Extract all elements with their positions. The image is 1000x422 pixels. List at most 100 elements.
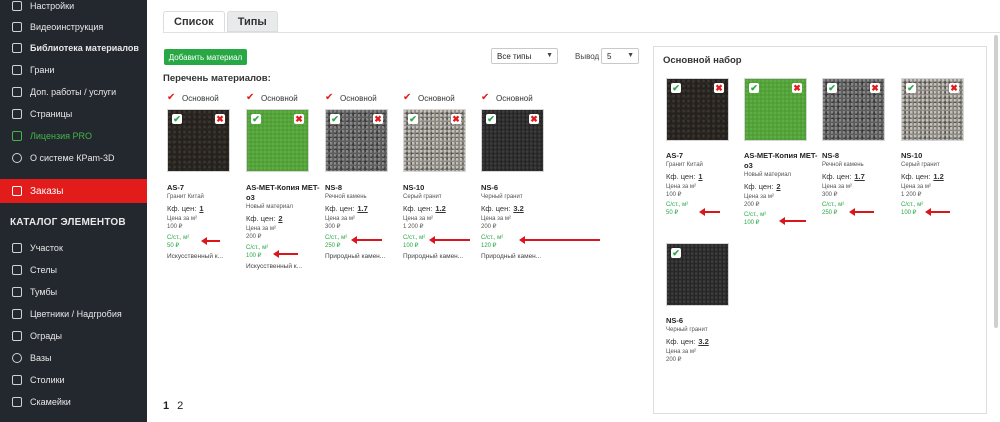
check-icon[interactable]: ✔ (671, 248, 681, 258)
kf-value[interactable]: 3.2 (698, 337, 708, 346)
material-code: NS-8 (822, 151, 840, 160)
tab-types[interactable]: Типы (226, 11, 278, 32)
output-select-value: 5 (607, 51, 612, 61)
sidebar-item-library[interactable]: Библиотека материалов (0, 38, 147, 58)
sidebar-item-facets[interactable]: Грани (0, 60, 147, 80)
check-icon[interactable]: ✔ (172, 114, 182, 124)
material-thumbnail[interactable]: ✔ ✖ (481, 109, 544, 172)
cost-label: С/ст., м² (246, 245, 269, 251)
output-select[interactable]: 5 ▼ (601, 48, 639, 64)
primary-checkbox-label: Основной (182, 93, 219, 103)
material-thumbnail[interactable]: ✔ ✖ (325, 109, 388, 172)
annotation-arrow (925, 208, 950, 216)
check-icon[interactable]: ✔ (251, 114, 261, 124)
primary-checkbox[interactable]: ✔ Основной (325, 93, 377, 103)
sidebar-item-label: Грани (30, 65, 55, 75)
close-icon[interactable]: ✖ (451, 114, 461, 124)
sidebar-item-vase[interactable]: Вазы (0, 348, 147, 368)
check-icon[interactable]: ✔ (671, 83, 681, 93)
sidebar-item-label: Доп. работы / услуги (30, 87, 117, 97)
primary-checkbox[interactable]: ✔ Основной (246, 93, 298, 103)
kf-value[interactable]: 1 (199, 204, 203, 213)
kf-value[interactable]: 1.7 (357, 204, 367, 213)
tab-list[interactable]: Список (163, 11, 225, 32)
kf-label: Кф. цен: (666, 172, 696, 181)
material-thumbnail[interactable]: ✔ ✖ (403, 109, 466, 172)
material-type: Природный камен... (325, 253, 386, 260)
annotation-arrow (429, 236, 470, 244)
sidebar-item-label: Ограды (30, 331, 63, 341)
kf-label: Кф. цен: (403, 204, 433, 213)
type-select[interactable]: Все типы ▼ (491, 48, 558, 64)
sidebar-item-bench[interactable]: Скамейки (0, 392, 147, 412)
material-thumbnail[interactable]: ✔ ✖ (744, 78, 807, 141)
material-thumbnail[interactable]: ✔ (666, 243, 729, 306)
check-icon[interactable]: ✔ (486, 114, 496, 124)
scrollbar[interactable] (994, 35, 998, 328)
check-icon[interactable]: ✔ (906, 83, 916, 93)
material-thumbnail[interactable]: ✔ ✖ (246, 109, 309, 172)
close-icon[interactable]: ✖ (529, 114, 539, 124)
close-icon[interactable]: ✖ (792, 83, 802, 93)
price-label: Цена за м² (822, 184, 852, 190)
kf-value[interactable]: 2 (278, 214, 282, 223)
checkmark-icon: ✔ (481, 92, 490, 103)
kf-value[interactable]: 1.2 (933, 172, 943, 181)
material-thumbnail[interactable]: ✔ ✖ (666, 78, 729, 141)
material-kf: Кф. цен: 3.2 (481, 204, 524, 213)
sidebar-item-fence[interactable]: Ограды (0, 326, 147, 346)
cart-icon (12, 186, 22, 196)
material-type: Природный камен... (481, 253, 542, 260)
kf-label: Кф. цен: (246, 214, 276, 223)
sidebar-item-services[interactable]: Доп. работы / услуги (0, 82, 147, 102)
material-thumbnail[interactable]: ✔ ✖ (901, 78, 964, 141)
table-icon (12, 375, 22, 385)
sidebar-item-pages[interactable]: Страницы (0, 104, 147, 124)
kf-value[interactable]: 1 (698, 172, 702, 181)
close-icon[interactable]: ✖ (870, 83, 880, 93)
sidebar-item-video[interactable]: Видеоинструкция (0, 17, 147, 37)
sidebar-item-label: Настройки (30, 1, 75, 11)
primary-checkbox-label: Основной (340, 93, 377, 103)
close-icon[interactable]: ✖ (294, 114, 304, 124)
close-icon[interactable]: ✖ (373, 114, 383, 124)
flowerbed-icon (12, 309, 22, 319)
page-link[interactable]: 2 (177, 400, 183, 412)
kf-value[interactable]: 3.2 (513, 204, 523, 213)
material-thumbnail[interactable]: ✔ ✖ (822, 78, 885, 141)
kf-value[interactable]: 1.2 (435, 204, 445, 213)
sidebar-item-table[interactable]: Столики (0, 370, 147, 390)
kf-value[interactable]: 2 (776, 182, 780, 191)
sidebar-item-label: Библиотека материалов (30, 43, 139, 53)
sidebar-item-flowerbed[interactable]: Цветники / Надгробия (0, 304, 147, 324)
material-code: NS-6 (666, 316, 684, 325)
primary-checkbox[interactable]: ✔ Основной (481, 93, 533, 103)
sidebar-item-license[interactable]: Лицензия PRO (0, 126, 147, 146)
sidebar-item-plot[interactable]: Участок (0, 238, 147, 258)
primary-checkbox[interactable]: ✔ Основной (403, 93, 455, 103)
annotation-arrow (779, 217, 806, 225)
primary-checkbox[interactable]: ✔ Основной (167, 93, 219, 103)
check-icon[interactable]: ✔ (408, 114, 418, 124)
sidebar-item-orders[interactable]: Заказы (0, 179, 147, 203)
close-icon[interactable]: ✖ (949, 83, 959, 93)
check-icon[interactable]: ✔ (330, 114, 340, 124)
material-thumbnail[interactable]: ✔ ✖ (167, 109, 230, 172)
set-card: ✔ ✖ AS-MET-Копия MET-o3 Новый материал К… (744, 78, 820, 238)
cost-value: 250 ₽ (325, 243, 341, 249)
sidebar-item-pedestal[interactable]: Тумбы (0, 282, 147, 302)
material-desc: Речной камень (325, 194, 367, 200)
sidebar-item-stele[interactable]: Стелы (0, 260, 147, 280)
sidebar-item-about[interactable]: О системе КРam-3D (0, 148, 147, 168)
annotation-arrow (519, 236, 600, 244)
close-icon[interactable]: ✖ (714, 83, 724, 93)
close-icon[interactable]: ✖ (215, 114, 225, 124)
kf-value[interactable]: 1.7 (854, 172, 864, 181)
check-icon[interactable]: ✔ (827, 83, 837, 93)
page-link[interactable]: 1 (163, 400, 169, 412)
sidebar-item-settings[interactable]: Настройки (0, 0, 147, 16)
add-material-button[interactable]: Добавить материал (164, 49, 247, 65)
check-icon[interactable]: ✔ (749, 83, 759, 93)
checkmark-icon: ✔ (325, 92, 334, 103)
sidebar-item-label: Столики (30, 375, 65, 385)
